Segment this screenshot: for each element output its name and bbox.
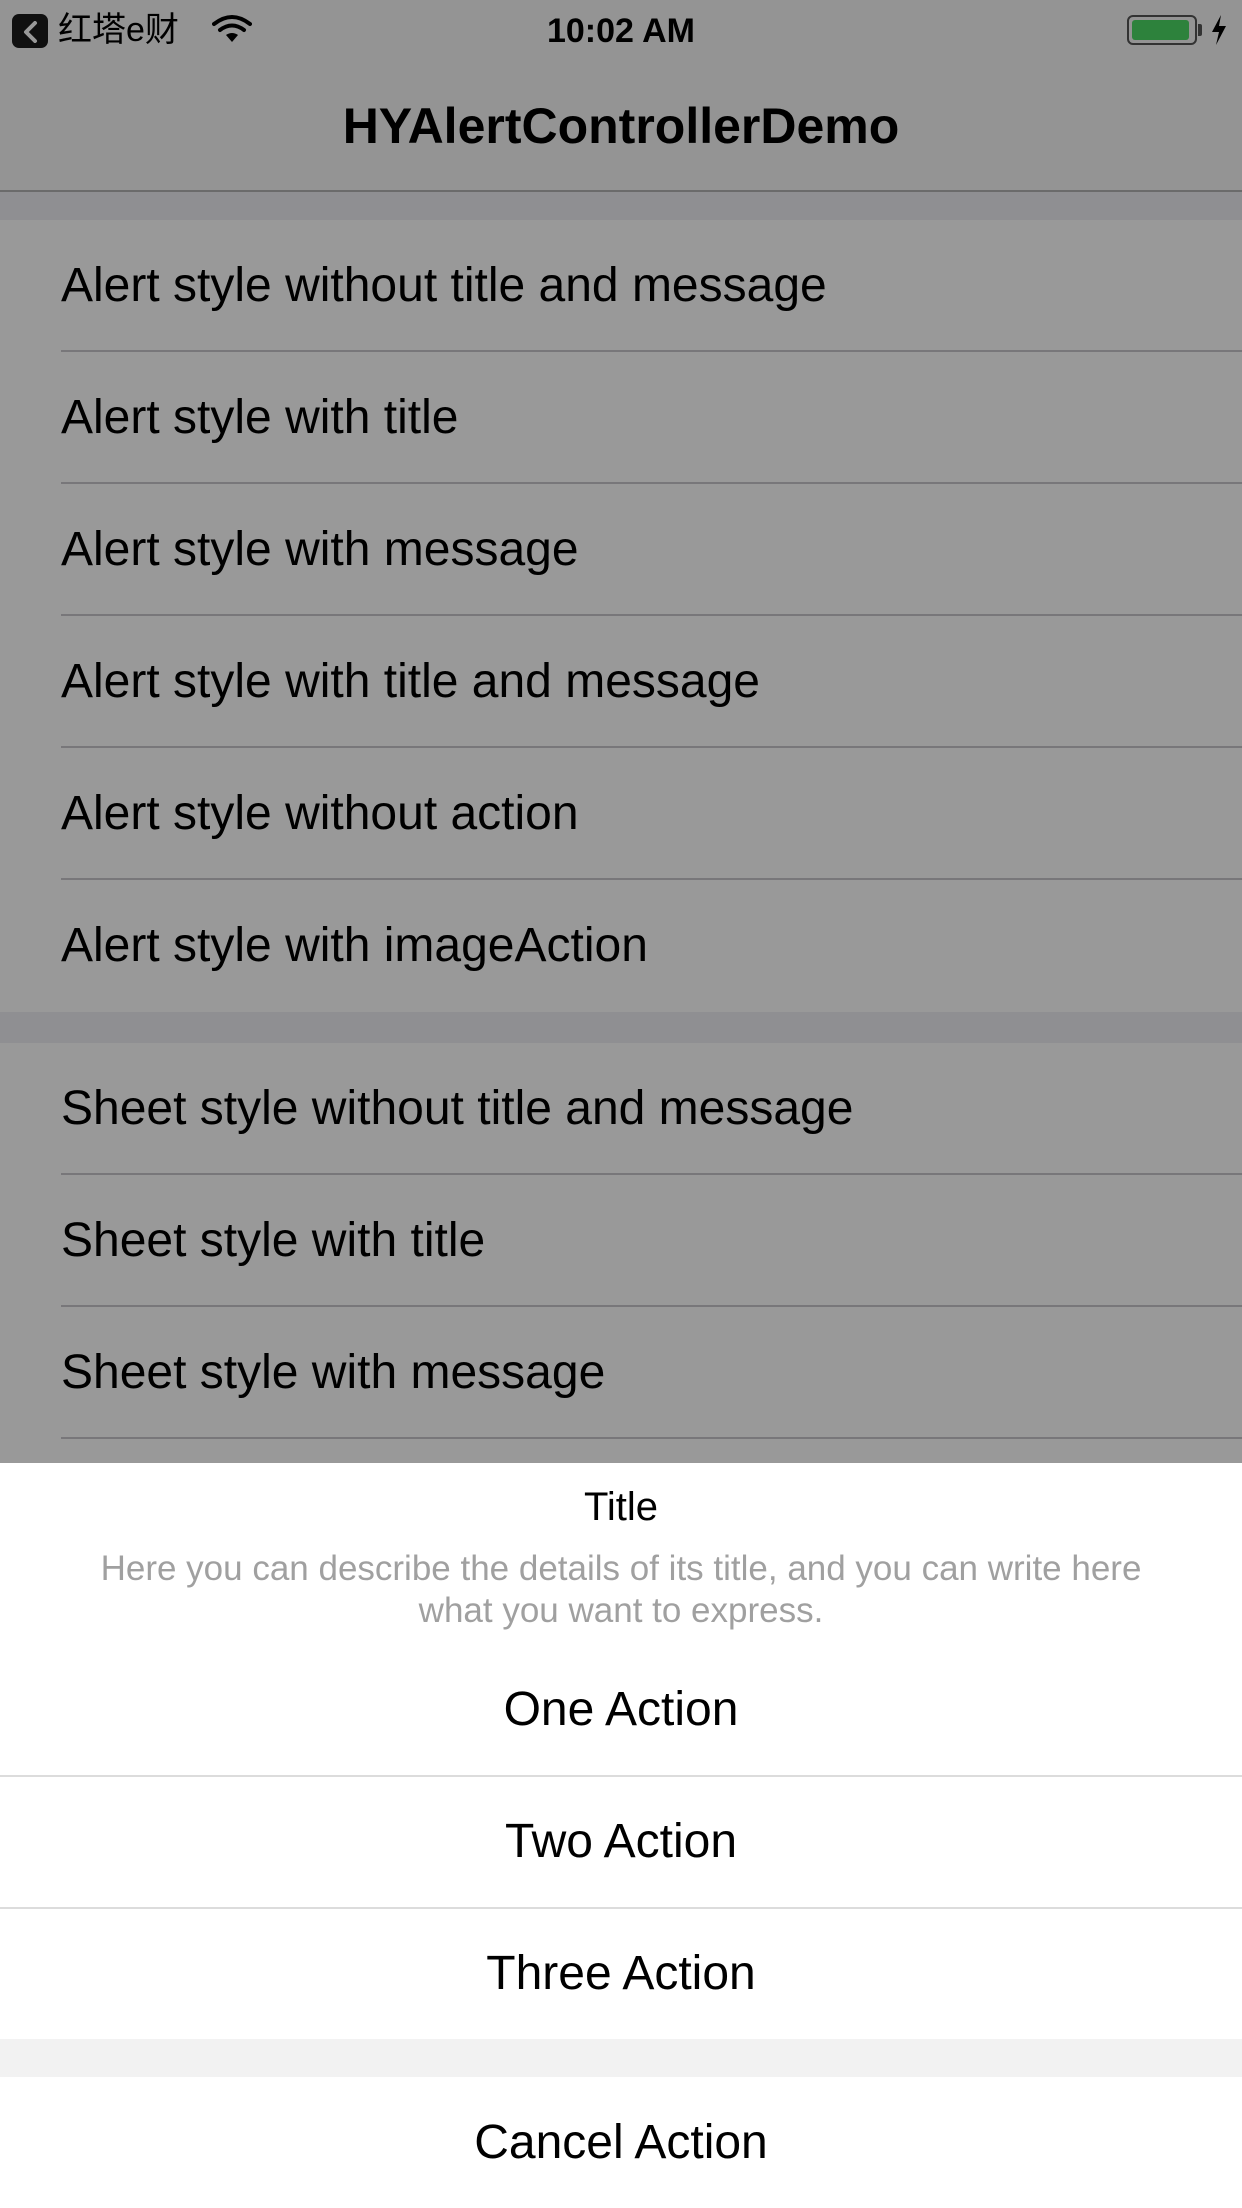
action-sheet: Title Here you can describe the details …	[0, 1463, 1242, 2208]
action-sheet-header: Title Here you can describe the details …	[0, 1463, 1242, 1645]
three-action-button[interactable]: Three Action	[0, 1909, 1242, 2039]
one-action-button[interactable]: One Action	[0, 1645, 1242, 1775]
action-sheet-message: Here you can describe the details of its…	[100, 1549, 1142, 1630]
cancel-action-button[interactable]: Cancel Action	[0, 2077, 1242, 2208]
two-action-button[interactable]: Two Action	[0, 1777, 1242, 1907]
action-sheet-title: Title	[583, 1485, 659, 1529]
